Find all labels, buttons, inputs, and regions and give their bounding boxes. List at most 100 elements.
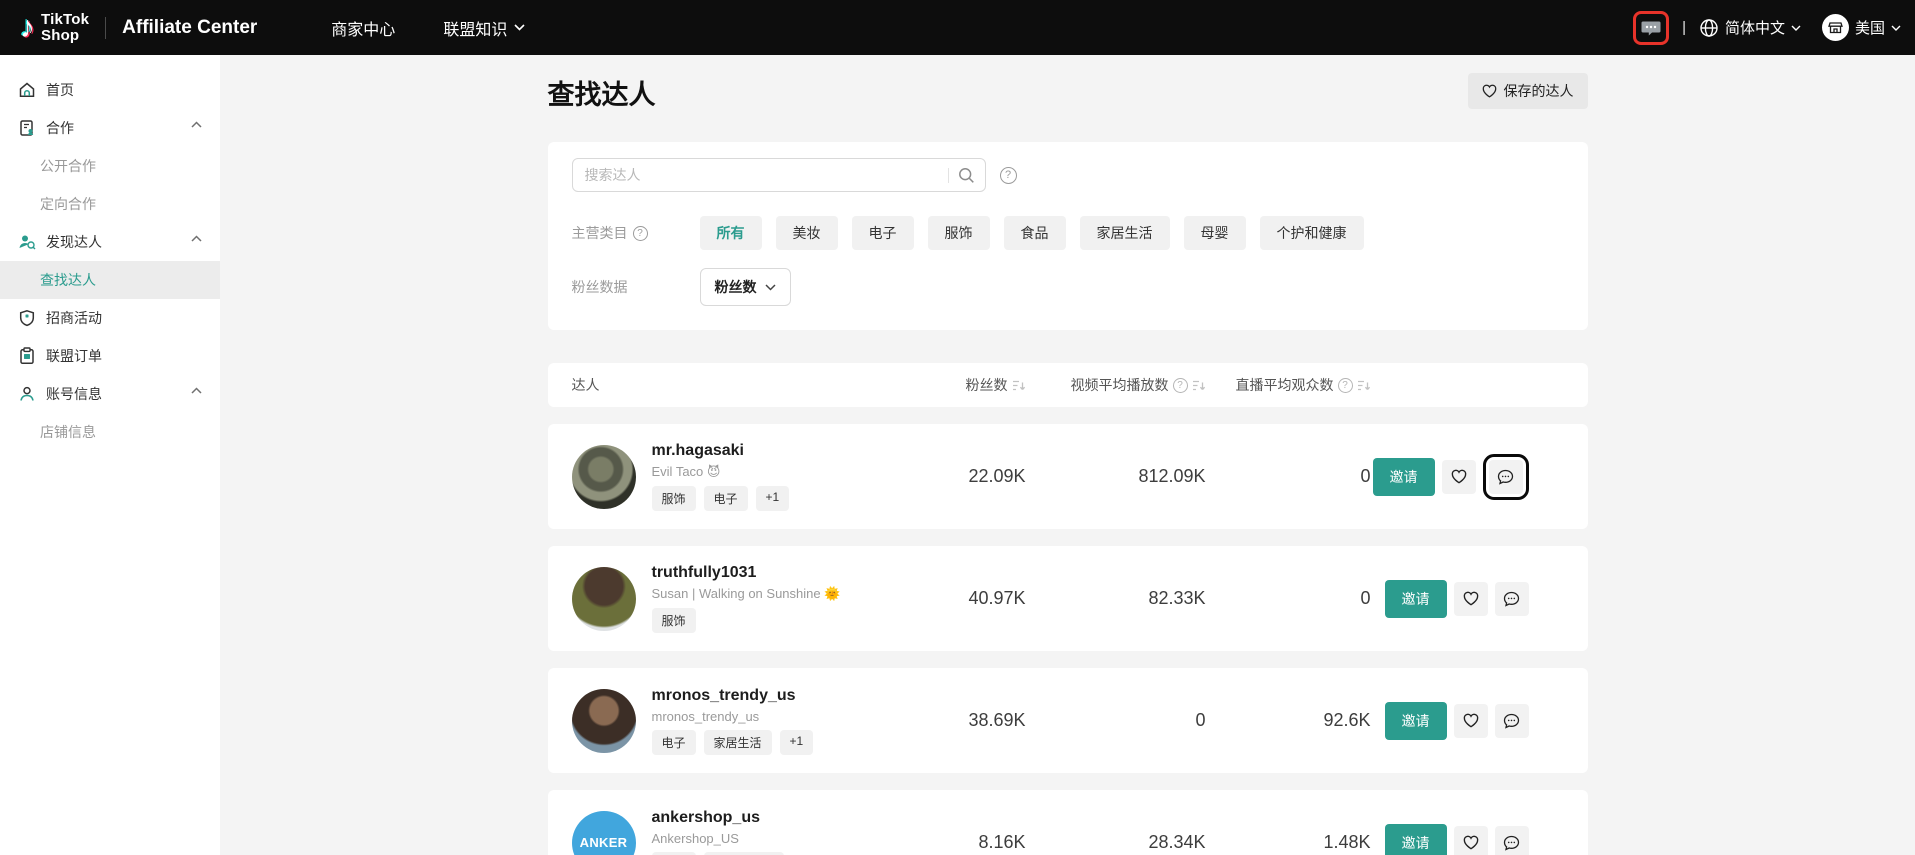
avg-live-viewers: 92.6K [1206, 710, 1371, 731]
sidebar-item-cooperation[interactable]: 合作 [0, 109, 220, 147]
shield-icon [18, 309, 36, 327]
invite-button[interactable]: 邀请 [1385, 702, 1447, 740]
creator-more-tags[interactable]: +1 [780, 730, 814, 755]
avg-video-views: 812.09K [1026, 466, 1206, 487]
message-bubble-icon[interactable] [1639, 16, 1663, 40]
sidebar-item-orders[interactable]: 联盟订单 [0, 337, 220, 375]
search-icon[interactable] [958, 167, 975, 184]
creator-category-tag: 电子 [652, 852, 696, 855]
avg-live-viewers: 1.48K [1206, 832, 1371, 853]
category-tag-food[interactable]: 食品 [1004, 216, 1066, 250]
invite-button[interactable]: 邀请 [1373, 458, 1435, 496]
chat-button[interactable] [1495, 826, 1529, 855]
cooperation-icon [18, 119, 36, 137]
category-tag-all[interactable]: 所有 [700, 216, 762, 250]
creator-username[interactable]: mr.hagasaki [652, 442, 790, 460]
search-box[interactable] [572, 158, 986, 192]
saved-creators-button[interactable]: 保存的达人 [1468, 73, 1588, 109]
creator-category-tag: 服饰 [652, 486, 696, 511]
avatar[interactable] [572, 445, 636, 509]
search-help-icon[interactable]: ? [1000, 167, 1017, 184]
chevron-up-icon[interactable] [191, 387, 202, 394]
nav-affiliate-academy[interactable]: 联盟知识 [443, 16, 525, 40]
region-selector[interactable]: 美国 [1822, 14, 1901, 41]
account-icon [18, 385, 36, 403]
sort-icon[interactable] [1357, 379, 1371, 392]
creator-username[interactable]: ankershop_us [652, 809, 784, 827]
invite-button[interactable]: 邀请 [1385, 580, 1447, 618]
tiktok-shop-logo[interactable]: ♪ TikTok Shop [20, 12, 89, 44]
sidebar-item-find-creators[interactable]: 查找达人 [0, 261, 220, 299]
sort-icon[interactable] [1012, 379, 1026, 392]
heart-icon [1482, 84, 1497, 98]
chevron-down-icon [765, 284, 776, 291]
table-row: ANKER ankershop_us Ankershop_US 电子 个护和健康… [548, 790, 1588, 855]
table-row: mronos_trendy_us mronos_trendy_us 电子 家居生… [548, 668, 1588, 773]
chat-bubble-icon [1503, 835, 1520, 851]
table-header: 达人 粉丝数 视频平均播放数 ? 直播平均观众数 ? [548, 363, 1588, 407]
filter-card: ? 主营类目 ? 所有 美妆 电子 服饰 食品 家居生活 母婴 个护和健康 [548, 142, 1588, 330]
sidebar-item-account-info[interactable]: 账号信息 [0, 375, 220, 413]
heart-icon [1451, 469, 1467, 484]
chat-bubble-icon [1497, 469, 1514, 485]
chevron-up-icon[interactable] [191, 121, 202, 128]
search-input[interactable] [585, 167, 948, 183]
video-views-help-icon[interactable]: ? [1173, 378, 1188, 393]
discover-creators-icon [18, 233, 36, 251]
sort-icon[interactable] [1192, 379, 1206, 392]
creator-category-tag: 个护和健康 [704, 852, 784, 855]
creator-subtitle: Susan | Walking on Sunshine 🌞 [652, 586, 841, 602]
avatar[interactable]: ANKER [572, 811, 636, 855]
sidebar-item-targeted-cooperation[interactable]: 定向合作 [0, 185, 220, 223]
category-help-icon[interactable]: ? [633, 226, 648, 241]
home-icon [18, 81, 36, 99]
chat-button[interactable] [1495, 582, 1529, 616]
chat-bubble-icon [1503, 591, 1520, 607]
column-header-fans[interactable]: 粉丝数 [852, 375, 1026, 395]
creator-subtitle: Ankershop_US [652, 831, 784, 846]
sidebar-item-home[interactable]: 首页 [0, 71, 220, 109]
fans-count: 38.69K [852, 710, 1026, 731]
fans-count-dropdown[interactable]: 粉丝数 [700, 268, 791, 306]
nav-merchant-center[interactable]: 商家中心 [331, 16, 395, 40]
category-tag-home[interactable]: 家居生活 [1080, 216, 1170, 250]
category-tag-electronics[interactable]: 电子 [852, 216, 914, 250]
category-tag-beauty[interactable]: 美妆 [776, 216, 838, 250]
avatar[interactable] [572, 689, 636, 753]
sidebar-item-open-cooperation[interactable]: 公开合作 [0, 147, 220, 185]
column-header-video-views[interactable]: 视频平均播放数 ? [1026, 375, 1206, 395]
live-viewers-help-icon[interactable]: ? [1338, 378, 1353, 393]
avg-live-viewers: 0 [1206, 588, 1371, 609]
column-header-live-viewers[interactable]: 直播平均观众数 ? [1206, 375, 1371, 395]
favorite-button[interactable] [1454, 582, 1488, 616]
fans-data-label: 粉丝数据 [572, 277, 700, 297]
main-content: 查找达人 保存的达人 ? 主营类目 ? [220, 55, 1915, 855]
creator-username[interactable]: mronos_trendy_us [652, 687, 814, 705]
category-tag-apparel[interactable]: 服饰 [928, 216, 990, 250]
input-divider [948, 168, 949, 183]
favorite-button[interactable] [1454, 704, 1488, 738]
creator-category-tag: 电子 [704, 486, 748, 511]
invite-button[interactable]: 邀请 [1385, 824, 1447, 855]
avatar[interactable] [572, 567, 636, 631]
sidebar-item-shop-info[interactable]: 店铺信息 [0, 413, 220, 451]
chevron-up-icon[interactable] [191, 235, 202, 242]
creator-username[interactable]: truthfully1031 [652, 564, 841, 582]
logo-text: TikTok Shop [41, 12, 89, 44]
fans-count: 40.97K [852, 588, 1026, 609]
favorite-button[interactable] [1454, 826, 1488, 855]
sidebar-item-campaigns[interactable]: 招商活动 [0, 299, 220, 337]
black-highlight-box [1483, 454, 1529, 500]
category-tag-baby[interactable]: 母婴 [1184, 216, 1246, 250]
fans-count: 22.09K [852, 466, 1026, 487]
chat-button[interactable] [1495, 704, 1529, 738]
language-selector[interactable]: 简体中文 [1699, 17, 1801, 38]
category-tag-personal-care[interactable]: 个护和健康 [1260, 216, 1364, 250]
chat-button[interactable] [1489, 460, 1523, 494]
sidebar-item-discover-creators[interactable]: 发现达人 [0, 223, 220, 261]
chevron-down-icon [514, 24, 525, 31]
creator-more-tags[interactable]: +1 [756, 486, 790, 511]
favorite-button[interactable] [1442, 460, 1476, 494]
red-highlight-box [1633, 11, 1669, 45]
tiktok-note-icon: ♪ [20, 13, 35, 43]
